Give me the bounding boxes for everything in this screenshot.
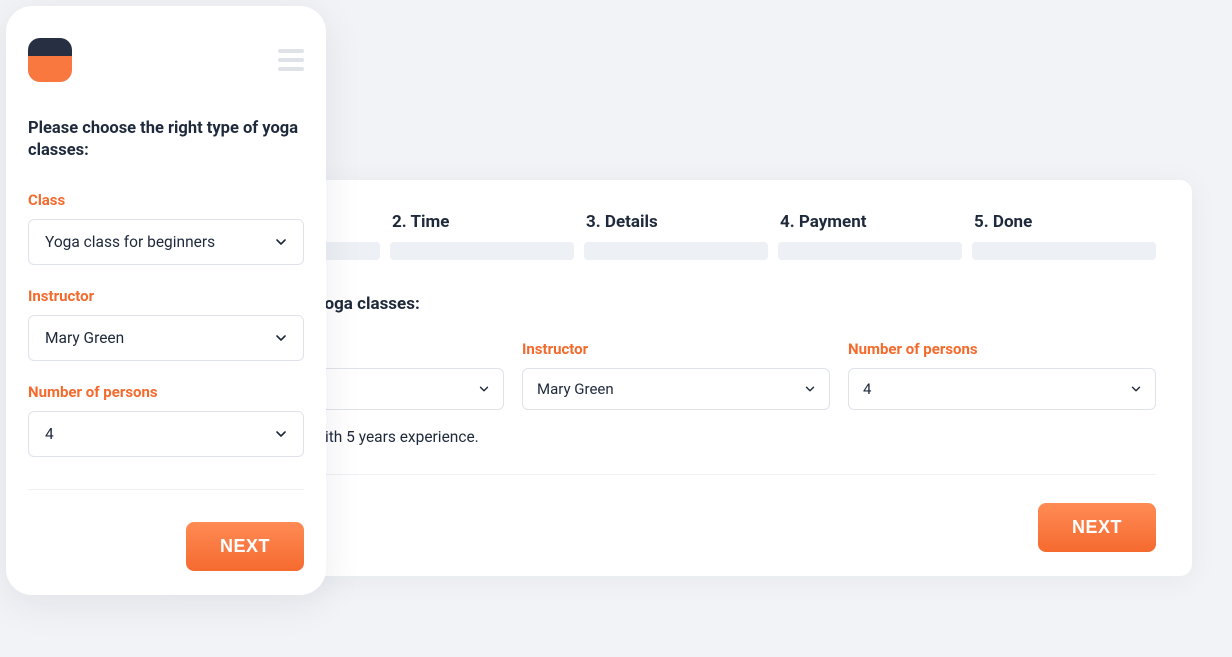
step-label: 2. Time: [390, 212, 574, 232]
class-select[interactable]: Yoga class for beginners: [28, 219, 304, 265]
step-progress-bar: [972, 242, 1156, 260]
field-label: Number of persons: [28, 383, 304, 401]
select-value: 4: [863, 380, 871, 398]
desktop-prompt: he right type of yoga classes:: [196, 294, 1156, 314]
step-progress-bar: [390, 242, 574, 260]
instructor-note: ied yoga teacher with 5 years experience…: [196, 428, 1156, 446]
field-label: Number of persons: [848, 340, 1156, 358]
select-value: Mary Green: [45, 329, 124, 347]
step-label: 5. Done: [972, 212, 1156, 232]
mobile-field-class: Class Yoga class for beginners: [28, 191, 304, 265]
select-value: Yoga class for beginners: [45, 233, 215, 251]
step-time[interactable]: 2. Time: [390, 212, 574, 260]
step-label: 4. Payment: [778, 212, 962, 232]
step-done[interactable]: 5. Done: [972, 212, 1156, 260]
field-label: Instructor: [522, 340, 830, 358]
mobile-prompt: Please choose the right type of yoga cla…: [28, 118, 304, 163]
select-value: 4: [45, 425, 54, 443]
step-progress-bar: [778, 242, 962, 260]
desktop-field-persons: Number of persons 4: [848, 340, 1156, 410]
mobile-field-persons: Number of persons 4: [28, 383, 304, 457]
persons-select[interactable]: 4: [28, 411, 304, 457]
mobile-field-instructor: Instructor Mary Green: [28, 287, 304, 361]
chevron-down-icon: [477, 382, 491, 396]
field-label: Instructor: [28, 287, 304, 305]
step-details[interactable]: 3. Details: [584, 212, 768, 260]
mobile-form-card: Please choose the right type of yoga cla…: [6, 6, 326, 595]
desktop-footer: NEXT: [196, 474, 1156, 552]
mobile-header: [28, 38, 304, 82]
app-logo: [28, 38, 72, 82]
chevron-down-icon: [803, 382, 817, 396]
instructor-select[interactable]: Mary Green: [522, 368, 830, 410]
chevron-down-icon: [273, 330, 289, 346]
step-label: 3. Details: [584, 212, 768, 232]
next-button[interactable]: NEXT: [1038, 503, 1156, 552]
select-value: Mary Green: [537, 380, 614, 398]
chevron-down-icon: [273, 234, 289, 250]
stepper: 1. Class 2. Time 3. Details 4. Payment 5…: [196, 212, 1156, 260]
persons-select[interactable]: 4: [848, 368, 1156, 410]
step-progress-bar: [584, 242, 768, 260]
desktop-field-instructor: Instructor Mary Green: [522, 340, 830, 410]
instructor-select[interactable]: Mary Green: [28, 315, 304, 361]
chevron-down-icon: [273, 426, 289, 442]
chevron-down-icon: [1129, 382, 1143, 396]
field-label: Class: [28, 191, 304, 209]
mobile-footer: NEXT: [28, 489, 304, 571]
step-payment[interactable]: 4. Payment: [778, 212, 962, 260]
menu-icon[interactable]: [278, 49, 304, 71]
next-button[interactable]: NEXT: [186, 522, 304, 571]
desktop-fields-row: Class beginners Instructor Mary Green Nu…: [196, 340, 1156, 410]
